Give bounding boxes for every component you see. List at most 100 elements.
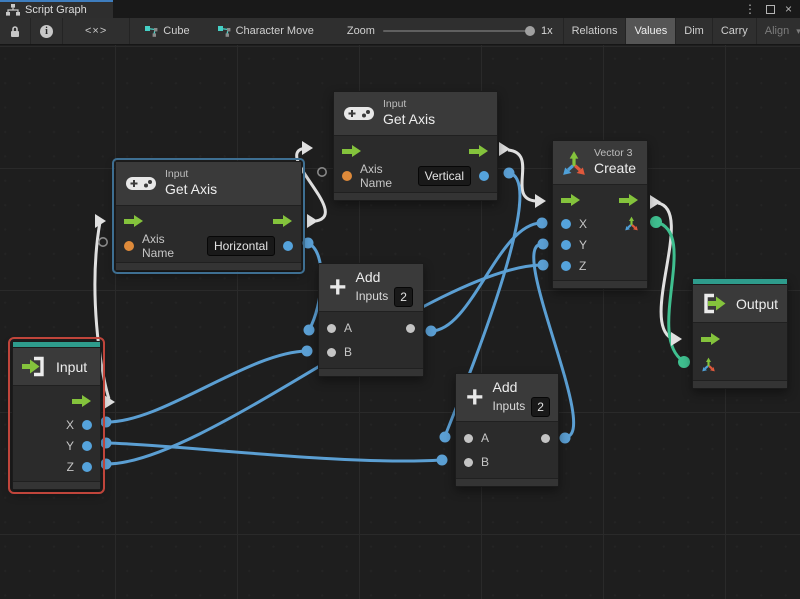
script-graph-window: Script Graph ⋮ × i <×>: [0, 0, 800, 599]
node-output[interactable]: Output: [692, 278, 788, 389]
zoom-control: Zoom 1x: [337, 18, 563, 44]
flow-out-port[interactable]: [273, 215, 293, 228]
flow-in-port[interactable]: [701, 333, 721, 346]
value-out-port[interactable]: [283, 241, 293, 251]
align-dropdown[interactable]: Align ▾: [756, 18, 800, 44]
value-out-port[interactable]: [479, 171, 489, 181]
node-get-axis-horizontal[interactable]: Input Get Axis Axis Name Horizontal: [115, 161, 302, 271]
x-in-port[interactable]: [561, 219, 571, 229]
tab-title: Script Graph: [25, 4, 87, 16]
node-footer: [456, 478, 558, 486]
sum-out-port[interactable]: [406, 324, 415, 333]
graph-toolbar: i <×> Cube: [0, 18, 800, 45]
add-icon: +: [329, 275, 347, 301]
node-add-2[interactable]: + Add Inputs 2 A B: [455, 373, 559, 487]
node-title: Add: [356, 268, 413, 286]
input-a-port[interactable]: [464, 434, 473, 443]
values-toggle[interactable]: Values: [625, 18, 675, 44]
port-label: Z: [579, 259, 586, 273]
breadcrumb-character-move-label: Character Move: [236, 25, 314, 37]
add-icon: +: [466, 385, 484, 411]
node-title: Get Axis: [383, 111, 435, 129]
node-title: Add: [493, 378, 550, 396]
port-label: X: [579, 217, 587, 231]
inputs-count-field[interactable]: 2: [394, 287, 413, 307]
carry-toggle[interactable]: Carry: [712, 18, 756, 44]
port-label: Axis Name: [360, 162, 410, 190]
relations-toggle[interactable]: Relations: [563, 18, 626, 44]
node-header: + Add Inputs 2: [456, 374, 558, 422]
vector3-in-port[interactable]: [701, 357, 716, 372]
x-out-port[interactable]: [82, 420, 92, 430]
z-out-port[interactable]: [82, 462, 92, 472]
sum-out-port[interactable]: [541, 434, 550, 443]
lock-icon: [9, 25, 21, 38]
chevron-down-icon: ▾: [796, 26, 800, 37]
tab-script-graph[interactable]: Script Graph: [0, 0, 113, 18]
axis-name-field[interactable]: Horizontal: [207, 236, 275, 256]
zoom-slider-handle[interactable]: [525, 26, 535, 36]
tab-bar: Script Graph ⋮ ×: [0, 0, 800, 18]
info-button[interactable]: i: [31, 18, 63, 44]
axis-name-in-port[interactable]: [124, 241, 134, 251]
node-title: Output: [736, 296, 778, 312]
relations-label: Relations: [572, 25, 618, 37]
node-input[interactable]: Input X Y Z: [12, 341, 101, 490]
output-icon: [701, 293, 727, 314]
input-icon: [21, 356, 47, 377]
port-label: X: [66, 418, 74, 432]
breadcrumb-cube-label: Cube: [163, 25, 189, 37]
flow-out-port[interactable]: [72, 395, 92, 408]
dim-label: Dim: [684, 25, 704, 37]
info-icon: i: [40, 25, 53, 38]
more-menu-icon[interactable]: ⋮: [744, 3, 756, 15]
node-category: Input: [383, 98, 435, 111]
lock-button[interactable]: [0, 18, 31, 44]
node-footer: [693, 380, 787, 388]
node-footer: [13, 481, 100, 489]
inputs-label: Inputs: [356, 289, 389, 305]
inputs-count-field[interactable]: 2: [531, 397, 550, 417]
node-footer: [334, 192, 497, 200]
input-b-port[interactable]: [327, 348, 336, 357]
port-label: B: [481, 455, 489, 469]
hierarchy-icon: [6, 4, 20, 16]
port-label: Axis Name: [142, 232, 199, 260]
node-footer: [553, 280, 647, 288]
flow-in-port[interactable]: [561, 194, 581, 207]
node-vector3-create[interactable]: Vector 3 Create X: [552, 140, 648, 289]
port-label: A: [481, 431, 489, 445]
z-in-port[interactable]: [561, 261, 571, 271]
maximize-icon[interactable]: [766, 5, 775, 14]
node-get-axis-vertical[interactable]: Input Get Axis Axis Name Vertical: [333, 91, 498, 201]
node-header: Output: [693, 285, 787, 323]
breadcrumb-cube[interactable]: Cube: [136, 18, 198, 44]
flow-in-port[interactable]: [342, 145, 362, 158]
vector3-out-port[interactable]: [624, 216, 639, 231]
axis-name-field[interactable]: Vertical: [418, 166, 471, 186]
input-b-port[interactable]: [464, 458, 473, 467]
close-icon[interactable]: ×: [785, 3, 792, 15]
input-a-port[interactable]: [327, 324, 336, 333]
port-label: B: [344, 345, 352, 359]
flow-out-port[interactable]: [469, 145, 489, 158]
port-label: Z: [67, 460, 74, 474]
flow-in-port[interactable]: [124, 215, 144, 228]
zoom-to-fit-icon: <×>: [85, 25, 107, 37]
zoom-to-fit-button[interactable]: <×>: [63, 18, 130, 44]
dim-toggle[interactable]: Dim: [675, 18, 712, 44]
toolbar-toggles: Relations Values Dim Carry Align ▾ Distr…: [563, 18, 800, 44]
zoom-label: Zoom: [347, 25, 375, 37]
node-title: Get Axis: [165, 181, 217, 199]
flow-out-port[interactable]: [619, 194, 639, 207]
window-controls: ⋮ ×: [744, 0, 800, 18]
zoom-slider[interactable]: [383, 30, 533, 32]
node-add-1[interactable]: + Add Inputs 2 A B: [318, 263, 424, 377]
node-header: + Add Inputs 2: [319, 264, 423, 312]
y-out-port[interactable]: [82, 441, 92, 451]
port-label: Y: [579, 238, 587, 252]
axis-name-in-port[interactable]: [342, 171, 352, 181]
y-in-port[interactable]: [561, 240, 571, 250]
node-title: Create: [594, 160, 636, 178]
breadcrumb-character-move[interactable]: Character Move: [209, 18, 323, 44]
